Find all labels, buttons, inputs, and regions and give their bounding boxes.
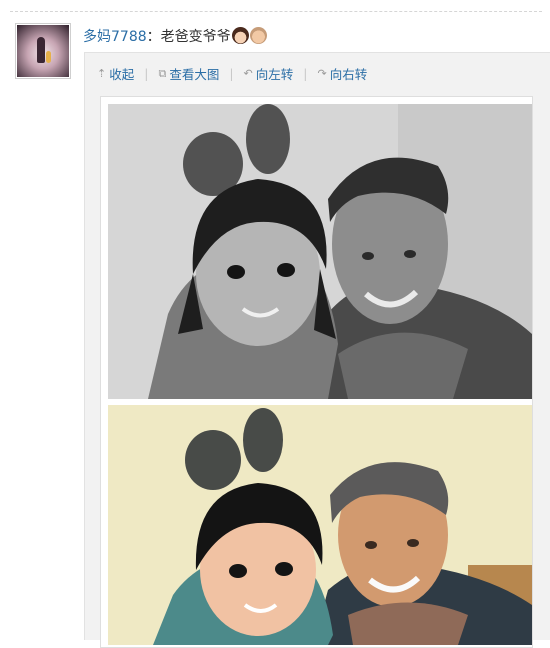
media-toolbar: ⇡ 收起 | ⧉ 查看大图 | ↶ 向左转 | ↷ 向右转 bbox=[97, 64, 368, 83]
media-expand-panel: ⇡ 收起 | ⧉ 查看大图 | ↶ 向左转 | ↷ 向右转 bbox=[84, 52, 550, 648]
post-text-line: 多妈7788：老爸变爷爷 bbox=[83, 27, 267, 47]
external-view-icon: ⧉ bbox=[158, 66, 167, 80]
collapse-up-icon: ⇡ bbox=[97, 67, 107, 80]
view-large-button[interactable]: ⧉ 查看大图 bbox=[158, 64, 219, 83]
rotate-right-button[interactable]: ↷ 向右转 bbox=[318, 64, 368, 83]
avatar[interactable] bbox=[15, 23, 71, 79]
top-divider bbox=[10, 11, 542, 12]
rotate-left-icon: ↶ bbox=[243, 67, 253, 80]
username-link[interactable]: 多妈7788 bbox=[83, 29, 147, 45]
post-text: 老爸变爷爷 bbox=[160, 29, 231, 45]
collapse-button[interactable]: ⇡ 收起 bbox=[97, 64, 134, 83]
girl-face-icon bbox=[231, 27, 249, 44]
black-white-photo[interactable] bbox=[108, 104, 532, 399]
rotate-right-icon: ↷ bbox=[317, 67, 327, 80]
photo-frame bbox=[100, 96, 533, 648]
grandpa-face-icon bbox=[249, 27, 267, 44]
color-photo[interactable] bbox=[108, 405, 532, 645]
post-separator: ： bbox=[146, 29, 161, 45]
rotate-left-button[interactable]: ↶ 向左转 bbox=[244, 64, 294, 83]
